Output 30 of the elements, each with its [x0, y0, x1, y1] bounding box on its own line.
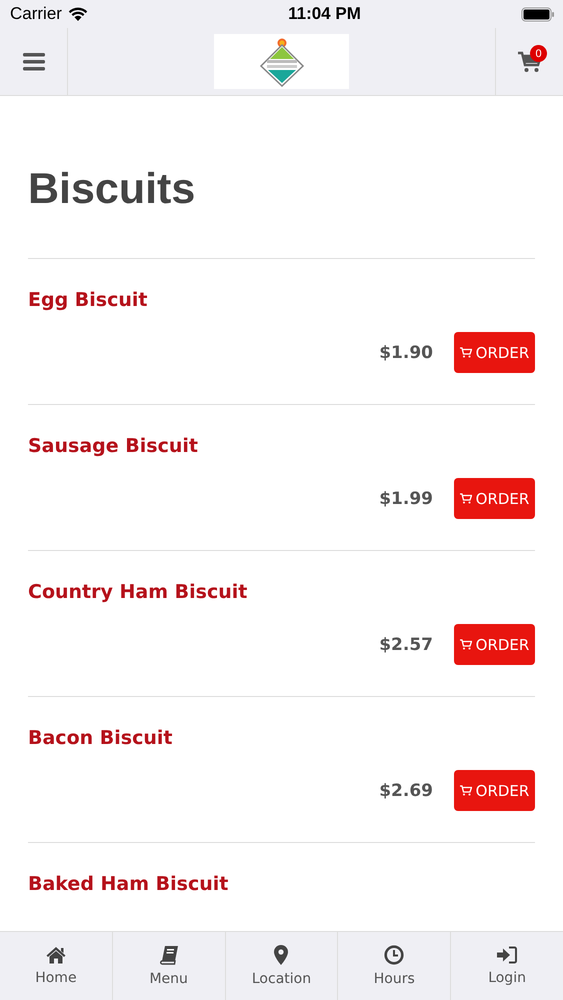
map-pin-icon — [274, 945, 288, 965]
home-icon — [46, 946, 66, 964]
book-icon — [158, 945, 179, 965]
item-name[interactable]: Country Ham Biscuit — [28, 581, 535, 603]
wifi-icon — [68, 6, 88, 22]
cart-icon — [460, 639, 472, 650]
item-name[interactable]: Bacon Biscuit — [28, 727, 535, 749]
logo-drawing — [258, 36, 306, 86]
item-price: $2.57 — [379, 634, 433, 654]
carrier-label: Carrier — [10, 4, 62, 24]
order-button[interactable]: ORDER — [454, 624, 535, 665]
cart-icon — [460, 347, 472, 358]
order-button[interactable]: ORDER — [454, 770, 535, 811]
order-button[interactable]: ORDER — [454, 478, 535, 519]
battery-icon — [521, 6, 555, 22]
order-button[interactable]: ORDER — [454, 332, 535, 373]
item-name[interactable]: Egg Biscuit — [28, 289, 535, 311]
cart-icon — [460, 785, 472, 796]
clock-time: 11:04 PM — [288, 4, 361, 24]
item-name[interactable]: Sausage Biscuit — [28, 435, 535, 457]
item-price: $1.90 — [379, 342, 433, 362]
cart-icon — [460, 493, 472, 504]
cart-count-badge: 0 — [530, 45, 547, 62]
item-name[interactable]: Baked Ham Biscuit — [28, 873, 535, 895]
item-price: $1.99 — [379, 488, 433, 508]
item-price: $2.69 — [379, 780, 433, 800]
page-title: Biscuits — [28, 164, 196, 214]
menu-icon — [22, 52, 44, 70]
clock-icon — [384, 945, 404, 965]
sign-in-icon — [497, 946, 518, 964]
